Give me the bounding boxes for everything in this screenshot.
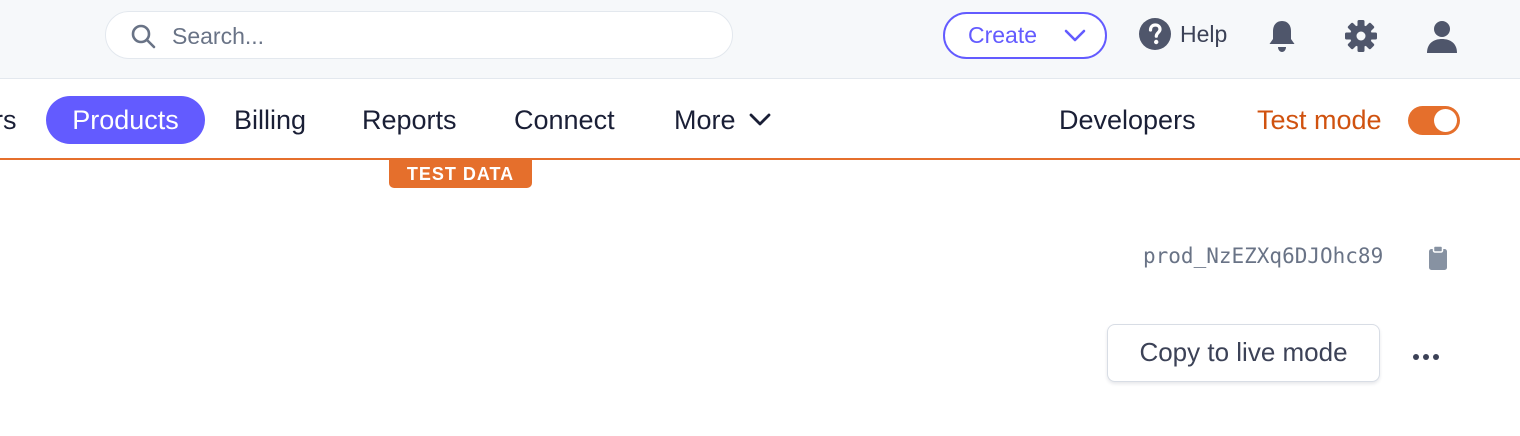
nav-item-reports[interactable]: Reports xyxy=(362,96,457,144)
help-button[interactable]: Help xyxy=(1138,17,1227,51)
toggle-knob xyxy=(1434,109,1457,132)
test-mode-label[interactable]: Test mode xyxy=(1257,96,1382,144)
user-icon[interactable] xyxy=(1424,18,1460,54)
gear-icon[interactable] xyxy=(1344,19,1378,53)
create-button-label: Create xyxy=(968,22,1038,48)
nav-item-products[interactable]: Products xyxy=(46,96,205,144)
create-button[interactable]: Create xyxy=(943,12,1107,59)
chevron-down-icon xyxy=(1064,29,1086,42)
test-mode-toggle[interactable] xyxy=(1408,106,1460,135)
product-id: prod_NzEZXq6DJOhc89 xyxy=(1143,244,1384,268)
nav-more-label: More xyxy=(674,105,736,135)
more-horizontal-icon[interactable] xyxy=(1408,342,1444,372)
search-box[interactable] xyxy=(105,11,733,59)
top-bar: Create Help xyxy=(0,0,1520,79)
nav-item-billing[interactable]: Billing xyxy=(234,96,306,144)
chevron-down-icon xyxy=(749,113,770,126)
help-label: Help xyxy=(1180,20,1228,47)
copy-to-live-mode-button[interactable]: Copy to live mode xyxy=(1107,324,1380,382)
nav-item-connect[interactable]: Connect xyxy=(514,96,615,144)
bell-icon[interactable] xyxy=(1266,18,1298,54)
main-nav: rs Products Billing Reports Connect More… xyxy=(0,79,1520,160)
test-data-badge: TEST DATA xyxy=(389,159,532,188)
help-icon xyxy=(1139,18,1171,50)
nav-item-customers-partial[interactable]: rs xyxy=(0,96,17,144)
clipboard-icon[interactable] xyxy=(1428,245,1448,271)
nav-item-developers[interactable]: Developers xyxy=(1059,96,1196,144)
search-icon xyxy=(131,24,156,49)
search-input[interactable] xyxy=(170,20,714,52)
nav-item-more[interactable]: More xyxy=(674,96,772,144)
